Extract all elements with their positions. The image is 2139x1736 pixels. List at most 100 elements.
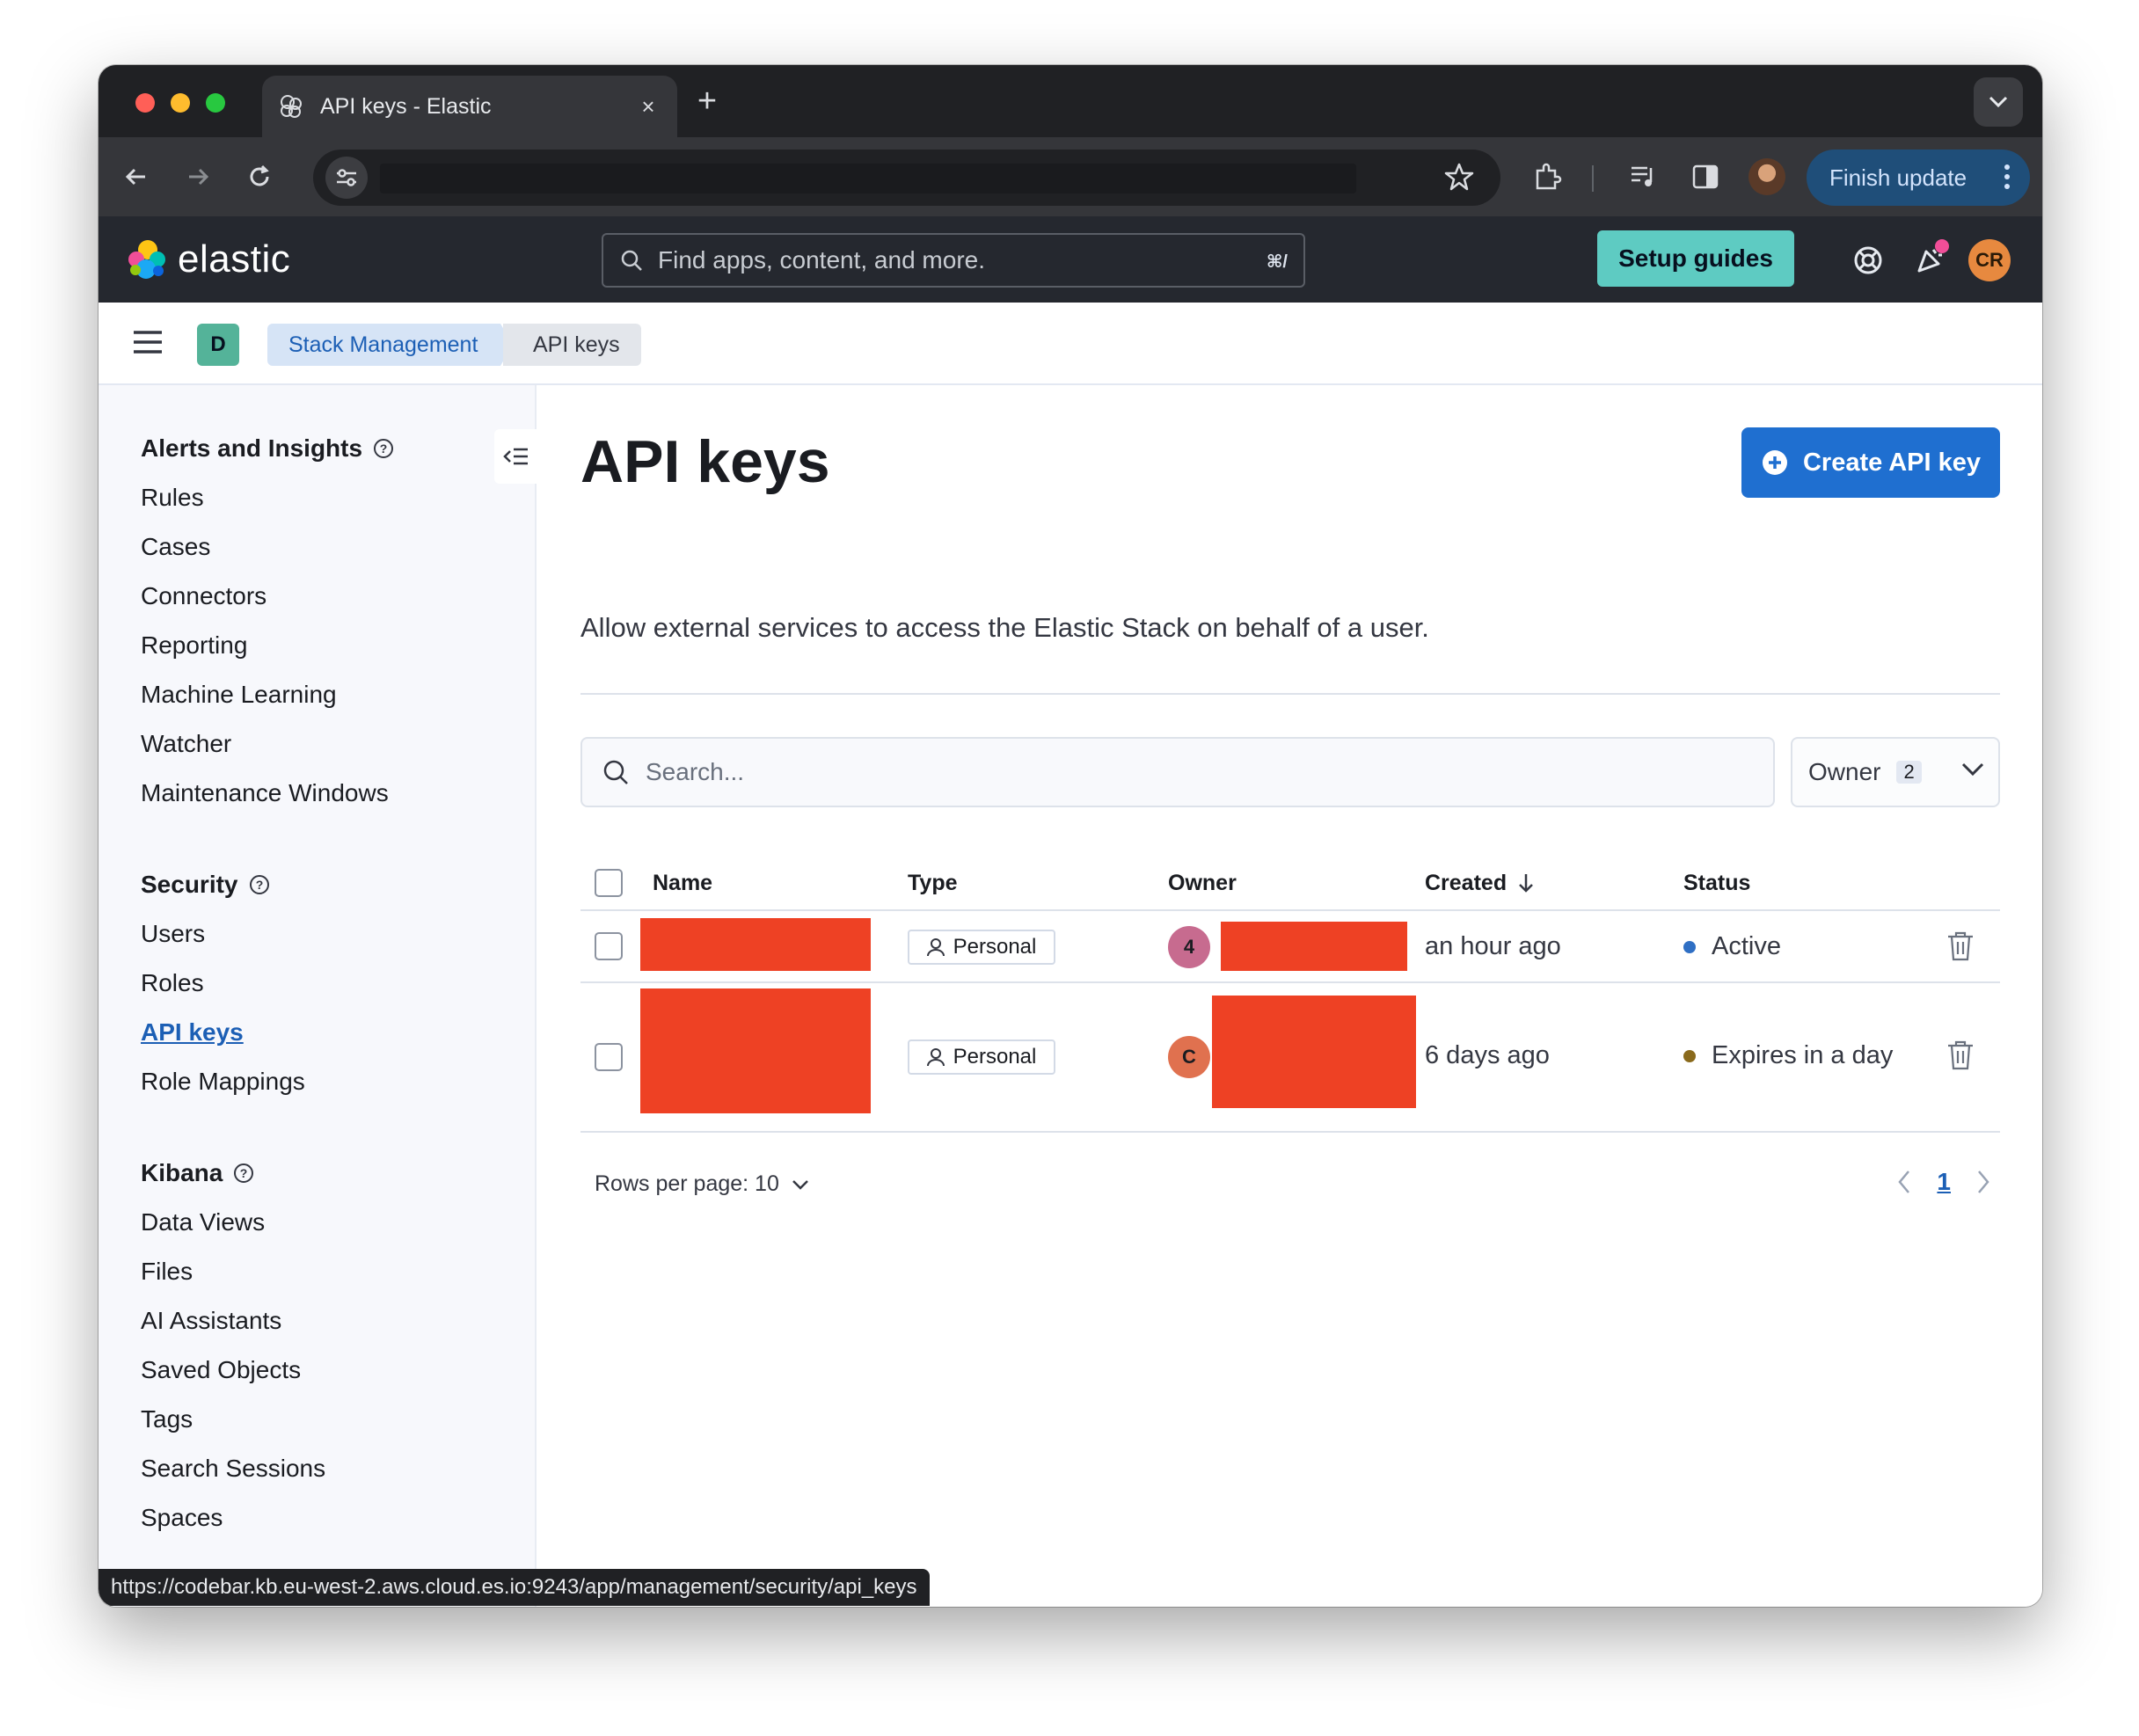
sidebar-item-roles[interactable]: Roles — [141, 959, 305, 1008]
media-controls-icon[interactable] — [1624, 157, 1664, 197]
row-checkbox[interactable] — [595, 932, 623, 960]
collapse-sidebar-button[interactable] — [494, 429, 538, 484]
close-window-button[interactable] — [135, 93, 155, 113]
owner-avatar: 4 — [1168, 926, 1210, 968]
side-panel-icon[interactable] — [1685, 157, 1726, 197]
news-feed-icon[interactable] — [1910, 239, 1949, 280]
maximize-window-button[interactable] — [206, 93, 225, 113]
sidebar-item-rules[interactable]: Rules — [141, 473, 394, 522]
status-badge: Active — [1683, 932, 1781, 961]
sidebar-item-cases[interactable]: Cases — [141, 522, 394, 572]
column-header-name[interactable]: Name — [653, 855, 712, 911]
profile-avatar[interactable] — [1748, 158, 1785, 195]
delete-key-button[interactable] — [1946, 1039, 1975, 1076]
reload-button[interactable] — [239, 157, 280, 197]
site-info-button[interactable] — [325, 157, 368, 199]
global-search-input[interactable]: Find apps, content, and more. ⌘/ — [602, 233, 1305, 288]
more-vert-icon — [2004, 164, 2010, 189]
address-bar[interactable] — [313, 150, 1500, 206]
chevron-left-icon[interactable] — [1896, 1169, 1912, 1195]
user-avatar[interactable]: CR — [1968, 239, 2011, 281]
status-badge: Expires in a day — [1683, 1041, 1893, 1070]
sidebar-item-files[interactable]: Files — [141, 1247, 325, 1296]
tab-search-button[interactable] — [1974, 77, 2023, 127]
pager: 1 — [1896, 1168, 1991, 1196]
sidebar-item-spaces[interactable]: Spaces — [141, 1493, 325, 1543]
page-number-button[interactable]: 1 — [1937, 1168, 1951, 1196]
setup-guides-button[interactable]: Setup guides — [1597, 230, 1794, 287]
sidebar-item-maintenance-windows[interactable]: Maintenance Windows — [141, 769, 394, 818]
status-dot — [1683, 940, 1696, 953]
browser-tab-active[interactable]: API keys - Elastic × — [262, 76, 677, 137]
sidebar-item-users[interactable]: Users — [141, 909, 305, 959]
table-row: Personal C 6 days ago Expires in a day — [580, 983, 2000, 1133]
delete-key-button[interactable] — [1946, 930, 1975, 966]
sidebar-group-security: Security ? Users Roles API keys Role Map… — [141, 867, 305, 1106]
space-avatar[interactable]: D — [197, 324, 239, 366]
sidebar-group-kibana: Kibana ? Data Views Files AI Assistants … — [141, 1156, 325, 1543]
create-api-key-button[interactable]: Create API key — [1741, 427, 2000, 498]
toolbar-separator — [1592, 165, 1594, 192]
table-header: Name Type Owner Created Status — [580, 855, 2000, 911]
tune-icon — [337, 169, 356, 186]
sidebar-item-machine-learning[interactable]: Machine Learning — [141, 670, 394, 719]
column-header-status[interactable]: Status — [1683, 855, 1750, 911]
row-checkbox[interactable] — [595, 1043, 623, 1071]
search-placeholder: Search... — [646, 758, 745, 785]
column-header-owner[interactable]: Owner — [1168, 855, 1237, 911]
notification-dot — [1935, 239, 1949, 253]
select-all-checkbox[interactable] — [595, 869, 623, 897]
elastic-logo[interactable]: elastic — [125, 237, 290, 281]
sidebar-item-watcher[interactable]: Watcher — [141, 719, 394, 769]
sidebar-item-reporting[interactable]: Reporting — [141, 621, 394, 670]
svg-text:?: ? — [255, 878, 263, 892]
help-lifebuoy-icon[interactable] — [1849, 241, 1887, 280]
type-badge-label: Personal — [953, 1045, 1037, 1069]
api-key-search-input[interactable]: Search... — [580, 737, 1775, 807]
sidebar-item-saved-objects[interactable]: Saved Objects — [141, 1346, 325, 1395]
finish-update-button[interactable]: Finish update — [1807, 150, 2030, 206]
owner-filter-button[interactable]: Owner 2 — [1791, 737, 2000, 807]
close-tab-icon[interactable]: × — [635, 93, 661, 120]
status-label: Expires in a day — [1712, 1041, 1894, 1069]
sidebar-item-data-views[interactable]: Data Views — [141, 1198, 325, 1247]
rows-per-page-label: Rows per page: 10 — [595, 1171, 779, 1196]
question-icon[interactable]: ? — [233, 1163, 254, 1184]
sidebar-item-api-keys[interactable]: API keys — [141, 1008, 305, 1057]
chevron-right-icon[interactable] — [1975, 1169, 1991, 1195]
status-label: Active — [1712, 932, 1781, 960]
rows-per-page-button[interactable]: Rows per page: 10 — [595, 1171, 809, 1197]
create-api-key-label: Create API key — [1802, 448, 1982, 477]
question-icon[interactable]: ? — [249, 874, 270, 895]
column-header-type[interactable]: Type — [908, 855, 958, 911]
user-icon — [926, 1048, 945, 1067]
management-sidebar: Alerts and Insights ? Rules Cases Connec… — [99, 385, 538, 1607]
sidebar-item-ai-assistants[interactable]: AI Assistants — [141, 1296, 325, 1346]
breadcrumb-stack-management[interactable]: Stack Management — [267, 324, 514, 366]
sidebar-item-search-sessions[interactable]: Search Sessions — [141, 1444, 325, 1493]
minimize-window-button[interactable] — [171, 93, 190, 113]
main-content: API keys Create API key Allow external s… — [537, 385, 2042, 1607]
sidebar-group-alerts: Alerts and Insights ? Rules Cases Connec… — [141, 431, 394, 818]
sidebar-item-connectors[interactable]: Connectors — [141, 572, 394, 621]
svg-text:?: ? — [380, 441, 388, 456]
chevron-down-icon — [792, 1179, 808, 1190]
sidebar-group-title-text: Security — [141, 871, 238, 898]
column-header-created[interactable]: Created — [1425, 855, 1537, 911]
question-icon[interactable]: ? — [373, 438, 394, 459]
sidebar-group-title: Security ? — [141, 867, 305, 902]
sidebar-group-title-text: Kibana — [141, 1159, 223, 1186]
bookmark-star-icon[interactable] — [1444, 162, 1474, 196]
type-badge: Personal — [908, 1039, 1055, 1075]
menu-toggle-icon[interactable] — [132, 329, 164, 360]
sidebar-group-title: Kibana ? — [141, 1156, 325, 1191]
extensions-icon[interactable] — [1527, 157, 1567, 197]
back-button[interactable] — [116, 157, 157, 197]
new-tab-button[interactable]: + — [690, 83, 725, 120]
sidebar-item-tags[interactable]: Tags — [141, 1395, 325, 1444]
sidebar-item-role-mappings[interactable]: Role Mappings — [141, 1057, 305, 1106]
owner-filter-count: 2 — [1896, 761, 1922, 784]
forward-button[interactable] — [178, 157, 218, 197]
api-keys-table: Name Type Owner Created Status Personal … — [580, 855, 2000, 1133]
kibana-header: elastic Find apps, content, and more. ⌘/… — [99, 216, 2042, 303]
